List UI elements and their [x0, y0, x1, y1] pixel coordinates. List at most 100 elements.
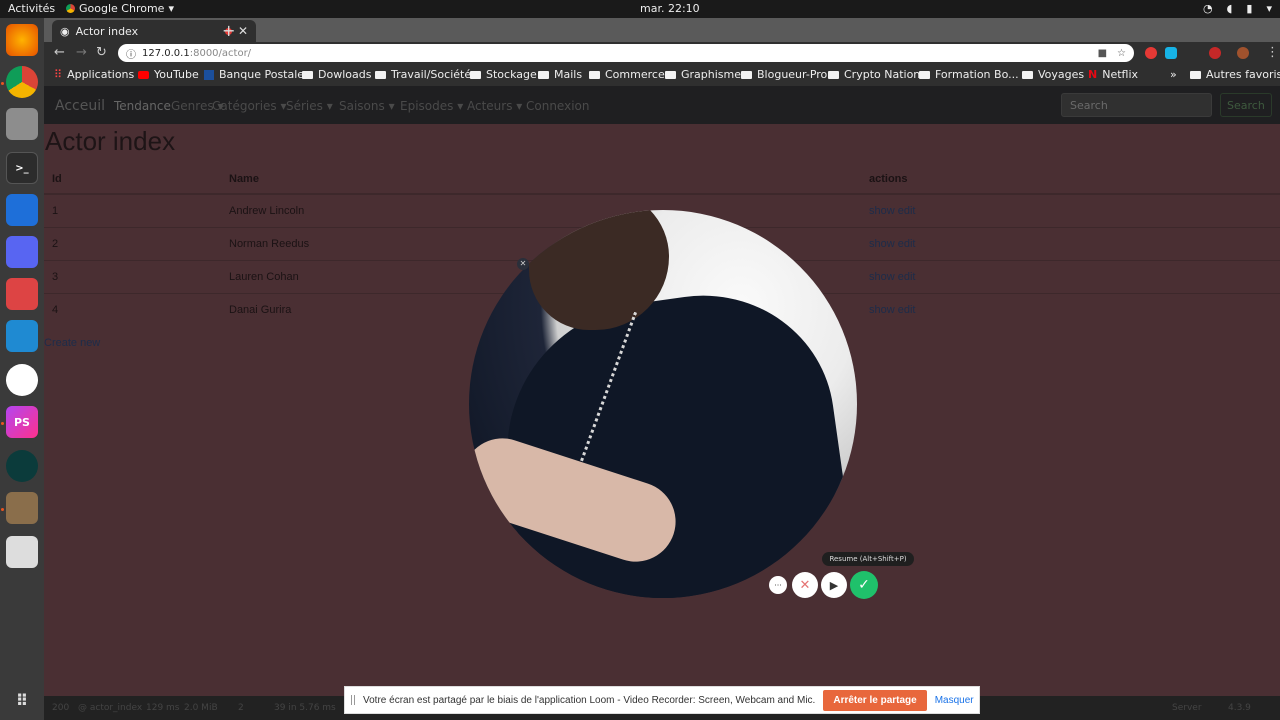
folder-icon: [1022, 70, 1033, 79]
system-tray[interactable]: ◔ ◖ ▮ ▾: [1203, 2, 1272, 15]
status-code[interactable]: 200: [52, 703, 69, 713]
discord-icon[interactable]: [6, 236, 38, 268]
log-count[interactable]: 2: [238, 703, 244, 713]
extension-icon[interactable]: [1165, 47, 1177, 59]
bookmark-banque-postale[interactable]: Banque Postale: [204, 68, 304, 81]
terminal-icon[interactable]: >_: [6, 152, 38, 184]
resume-recording-button[interactable]: ▶: [821, 572, 847, 598]
gitkraken-icon[interactable]: [6, 450, 38, 482]
nav-acteurs[interactable]: Acteurs ▾: [467, 99, 522, 113]
folder-icon: [919, 70, 930, 79]
close-tab-icon[interactable]: ✕: [238, 24, 248, 38]
bookmarks-overflow-button[interactable]: »: [1170, 68, 1177, 81]
profile-avatar[interactable]: [1237, 47, 1249, 59]
bookmark-netflix[interactable]: N Netflix: [1088, 68, 1138, 81]
star-icon[interactable]: ☆: [1117, 48, 1126, 59]
cancel-recording-button[interactable]: ✕: [792, 572, 818, 598]
bookmark-voyages[interactable]: Voyages: [1022, 68, 1084, 81]
share-message: Votre écran est partagé par le biais de …: [363, 694, 816, 706]
db-queries[interactable]: 39 in 5.76 ms: [274, 703, 336, 713]
search-button[interactable]: Search: [1220, 93, 1272, 117]
row-actions-link[interactable]: show edit: [869, 226, 1280, 260]
loom-extension-icon[interactable]: [1145, 47, 1157, 59]
close-bubble-icon[interactable]: ✕: [517, 258, 529, 270]
browser-toolbar: ← → ↻ ⓘ 127.0.0.1:8000/actor/ ■ ☆ ⋮: [44, 42, 1280, 64]
dock: >_ PS ⠿: [0, 18, 44, 720]
address-bar[interactable]: ⓘ 127.0.0.1:8000/actor/ ■ ☆: [118, 44, 1134, 62]
bookmark-blogueur-pro[interactable]: Blogueur-Pro: [741, 68, 827, 81]
server-info[interactable]: Server: [1172, 703, 1202, 713]
youtube-icon: [138, 70, 149, 79]
row-actions-link[interactable]: show edit: [869, 259, 1280, 293]
site-brand[interactable]: Acceuil: [55, 98, 105, 114]
volume-icon: ◖: [1226, 2, 1233, 15]
nav-series[interactable]: Séries ▾: [286, 99, 333, 113]
bookmark-formation[interactable]: Formation Bo...: [919, 68, 1019, 81]
menu-icon[interactable]: ⋮: [1266, 45, 1279, 60]
clock[interactable]: mar. 22:10: [640, 2, 700, 15]
create-new-link[interactable]: Create new: [44, 337, 100, 349]
bookmark-travail[interactable]: Travail/Société: [375, 68, 471, 81]
search-input[interactable]: Search: [1061, 93, 1212, 117]
bookmark-graphisme[interactable]: Graphisme: [665, 68, 741, 81]
drag-handle-icon[interactable]: [351, 695, 355, 705]
chevron-down-icon: ▾: [168, 2, 174, 15]
record-extension-icon[interactable]: [1209, 47, 1221, 59]
chrome-icon: [66, 4, 75, 13]
site-navbar: Acceuil Tendance Genres ▾ Catégories ▾ S…: [44, 86, 1280, 124]
folder-icon: [538, 70, 549, 79]
request-time[interactable]: 129 ms: [146, 703, 180, 713]
route-name[interactable]: @ actor_index: [78, 703, 142, 713]
vscode-icon[interactable]: [6, 320, 38, 352]
hide-button[interactable]: Masquer: [935, 695, 974, 706]
bookmark-mails[interactable]: Mails: [538, 68, 582, 81]
wifi-icon: ◔: [1203, 2, 1213, 15]
running-indicator: [1, 82, 4, 85]
page-title: Actor index: [45, 126, 176, 156]
running-indicator: [1, 508, 4, 511]
bookmark-applications[interactable]: ⠿ Applications: [54, 68, 134, 81]
row-actions-link[interactable]: show edit: [869, 193, 1280, 227]
bookmark-stockage[interactable]: Stockage: [470, 68, 537, 81]
bookmark-commerce[interactable]: Commerce: [589, 68, 665, 81]
symfony-version[interactable]: 4.3.9: [1228, 703, 1251, 713]
firefox-icon[interactable]: [6, 24, 38, 56]
slack-icon[interactable]: [6, 364, 38, 396]
reload-icon[interactable]: ↻: [96, 45, 107, 60]
forward-icon[interactable]: →: [76, 45, 87, 60]
memory-usage[interactable]: 2.0 MiB: [184, 703, 218, 713]
system-top-bar: Activités Google Chrome ▾ mar. 22:10 ◔ ◖…: [0, 0, 1280, 18]
phpstorm-icon[interactable]: PS: [6, 406, 38, 438]
finish-recording-button[interactable]: ✓: [850, 571, 878, 599]
nav-saisons[interactable]: Saisons ▾: [339, 99, 395, 113]
chrome-dock-icon[interactable]: [6, 66, 38, 98]
battery-icon: ▮: [1246, 2, 1253, 15]
back-icon[interactable]: ←: [54, 45, 65, 60]
nav-connexion[interactable]: Connexion: [526, 99, 590, 113]
bookmark-dowloads[interactable]: Dowloads: [302, 68, 371, 81]
bookmark-other[interactable]: Autres favoris: [1190, 68, 1280, 81]
nav-categories[interactable]: Catégories ▾: [212, 99, 287, 113]
apps-grid-icon: ⠿: [54, 68, 63, 81]
writer-icon[interactable]: [6, 194, 38, 226]
app-grid-icon[interactable]: ⠿: [6, 684, 38, 716]
more-options-button[interactable]: ···: [769, 576, 787, 594]
activities-button[interactable]: Activités: [8, 2, 55, 15]
app-menu[interactable]: Google Chrome ▾: [66, 2, 174, 15]
stop-sharing-button[interactable]: Arrêter le partage: [823, 689, 927, 711]
nav-episodes[interactable]: Episodes ▾: [400, 99, 463, 113]
nav-tendance[interactable]: Tendance: [114, 99, 171, 113]
folder-icon: [375, 70, 386, 79]
camera-icon[interactable]: [6, 536, 38, 568]
bookmark-crypto-nation[interactable]: Crypto Nation: [828, 68, 920, 81]
dbeaver-icon[interactable]: [6, 492, 38, 524]
bookmark-youtube[interactable]: YouTube: [138, 68, 199, 81]
screen-share-notification: Votre écran est partagé par le biais de …: [344, 686, 980, 714]
running-indicator: [1, 422, 4, 425]
files-icon[interactable]: [6, 108, 38, 140]
tools-icon[interactable]: [6, 278, 38, 310]
row-actions-link[interactable]: show edit: [869, 292, 1280, 326]
new-tab-button[interactable]: +: [222, 21, 235, 40]
folder-icon: [1190, 70, 1201, 79]
camera-permission-icon[interactable]: ■: [1098, 48, 1107, 59]
